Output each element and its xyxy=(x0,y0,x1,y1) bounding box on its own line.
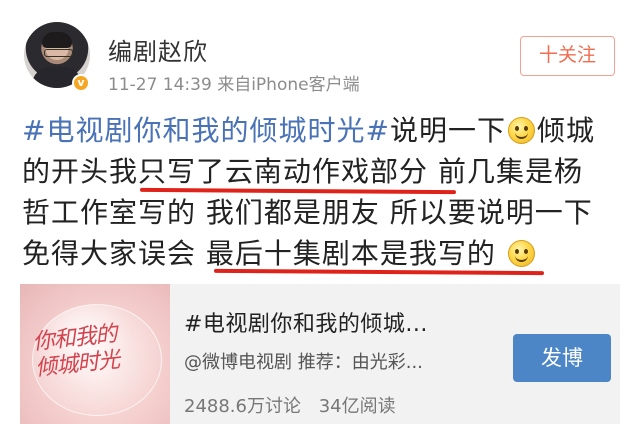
post-text-segment: 前几集是杨 xyxy=(437,155,583,188)
card-title[interactable]: #电视剧你和我的倾城... xyxy=(184,306,428,338)
post-text-segment: 哲工作室写的 我们都是朋友 所以要说明一下 xyxy=(22,196,593,229)
post-text: #电视剧你和我的倾城时光#说明一下 倾城 的开头我只写了云南动作戏部分 前几集是杨… xyxy=(22,110,622,276)
weibo-post-screen: v 编剧赵欣 11-27 14:39 来自iPhone客户端 十关注 #电视剧你… xyxy=(0,0,640,424)
follow-button[interactable]: 十关注 xyxy=(520,36,615,76)
card-subtitle: @微博电视剧 推荐：由光彩... xyxy=(184,352,423,373)
post-text-segment: 免得大家误会 xyxy=(22,237,197,270)
username[interactable]: 编剧赵欣 xyxy=(108,32,208,67)
topic-card[interactable]: 你和我的 倾城时光 #电视剧你和我的倾城... @微博电视剧 推荐：由光彩...… xyxy=(20,284,620,424)
avatar-glasses xyxy=(44,49,73,57)
read-count: 34亿阅读 xyxy=(318,396,396,417)
post-line: #电视剧你和我的倾城时光#说明一下 倾城 xyxy=(22,110,622,151)
post-weibo-button[interactable]: 发博 xyxy=(513,334,611,382)
post-line: 哲工作室写的 我们都是朋友 所以要说明一下 xyxy=(22,192,622,233)
topic-link[interactable]: #电视剧你和我的倾城时光# xyxy=(22,114,390,147)
verified-badge-icon: v xyxy=(72,74,90,92)
card-stats: 2488.6万讨论 34亿阅读 xyxy=(184,392,396,418)
post-text-segment: 说明一下 xyxy=(389,114,506,147)
thumbnail-title-art: 你和我的 倾城时光 xyxy=(31,321,121,382)
smile-emoji-icon xyxy=(507,240,535,267)
post-source: 来自iPhone客户端 xyxy=(217,75,360,95)
smile-emoji-icon xyxy=(507,117,535,144)
post-meta: 11-27 14:39 来自iPhone客户端 xyxy=(108,70,360,95)
highlighted-text: 我只写了云南动作戏部分 xyxy=(109,155,429,188)
post-time: 11-27 14:39 xyxy=(108,75,212,95)
post-line: 免得大家误会 最后十集剧本是我写的 xyxy=(22,233,622,276)
discussion-count: 2488.6万讨论 xyxy=(184,396,301,417)
highlighted-text: 最后十集剧本是我写的 xyxy=(205,237,496,270)
post-line: 的开头我只写了云南动作戏部分 前几集是杨 xyxy=(22,151,622,195)
topic-thumbnail: 你和我的 倾城时光 xyxy=(20,284,170,424)
post-text-segment: 倾城 xyxy=(536,114,595,147)
avatar-hair xyxy=(42,32,72,48)
post-text-segment: 的开头 xyxy=(22,155,110,188)
